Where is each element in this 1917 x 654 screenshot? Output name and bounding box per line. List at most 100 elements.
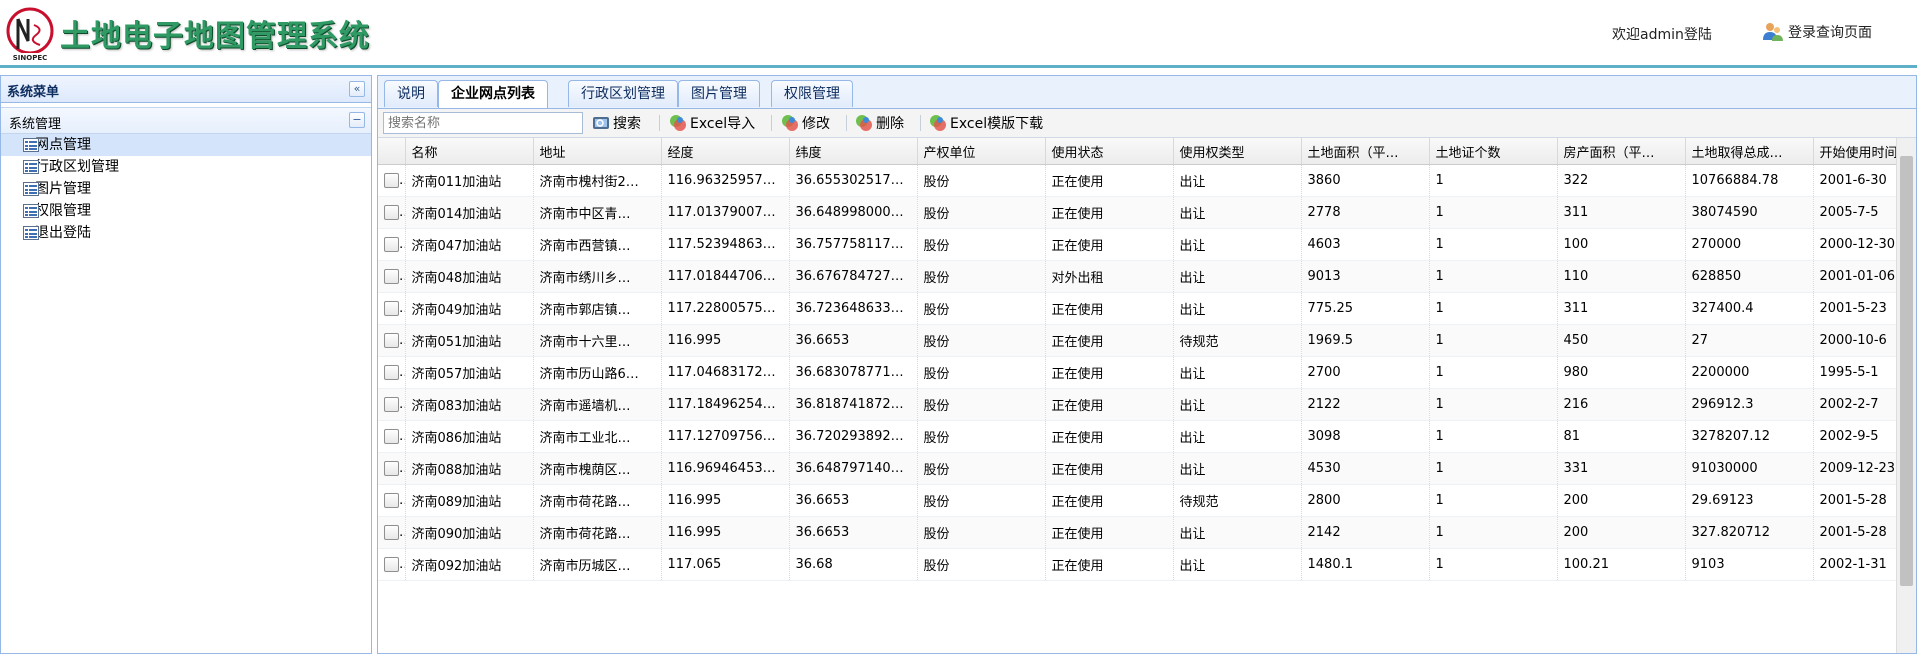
row-checkbox[interactable]: [384, 461, 399, 476]
table-cell: 济南047加油站: [405, 228, 534, 261]
sidebar-item[interactable]: 图片管理: [1, 178, 371, 200]
table-row[interactable]: 济南011加油站 济南市槐村街2… 116.96325957… 36.65530251…: [378, 164, 1898, 197]
table-cell: 济南市十六里…: [533, 324, 662, 357]
sidebar-item[interactable]: 权限管理: [1, 200, 371, 222]
row-checkbox-cell[interactable]: [378, 516, 406, 549]
row-checkbox-cell[interactable]: [378, 196, 406, 229]
row-checkbox[interactable]: [384, 237, 399, 252]
table-row[interactable]: 济南088加油站 济南市槐荫区… 116.96946453… 36.648797140…: [378, 452, 1898, 485]
table-cell: 正在使用: [1045, 356, 1174, 389]
table-cell: 1480.1: [1301, 548, 1430, 581]
table-cell: 311: [1557, 292, 1686, 325]
sidebar: 系统菜单 « 系统管理 − 网点管理 行政区划管理 图片管理 权限管理 退出登陆: [0, 75, 372, 654]
sidebar-item[interactable]: 网点管理: [1, 134, 371, 156]
row-checkbox[interactable]: [384, 429, 399, 444]
tab[interactable]: 图片管理: [678, 80, 760, 107]
table-cell: 980: [1557, 356, 1686, 389]
column-header[interactable]: 房产面积（平…: [1557, 138, 1686, 165]
table-cell: 2002-2-7: [1813, 388, 1898, 421]
table-row[interactable]: 济南014加油站 济南市中区青… 117.01379007… 36.648998000…: [378, 196, 1898, 229]
excel-import-button[interactable]: Excel导入: [669, 112, 755, 134]
column-header[interactable]: 使用状态: [1045, 138, 1174, 165]
table-cell: 3278207.12: [1685, 420, 1814, 453]
row-checkbox-cell[interactable]: [378, 548, 406, 581]
row-checkbox-cell[interactable]: [378, 228, 406, 261]
table-cell: 450: [1557, 324, 1686, 357]
collapse-sidebar-button[interactable]: «: [349, 81, 365, 97]
row-checkbox-cell[interactable]: [378, 260, 406, 293]
group-collapse-button[interactable]: −: [349, 112, 365, 128]
column-header[interactable]: 土地面积（平…: [1301, 138, 1430, 165]
row-checkbox[interactable]: [384, 365, 399, 380]
table-cell: 正在使用: [1045, 292, 1174, 325]
colorful-circle-icon: [782, 115, 798, 131]
edit-button[interactable]: 修改: [781, 112, 830, 134]
row-checkbox-cell[interactable]: [378, 292, 406, 325]
table-row[interactable]: 济南083加油站 济南市遥墙机… 117.18496254… 36.818741872…: [378, 388, 1898, 421]
delete-button[interactable]: 删除: [855, 112, 904, 134]
table-cell: 270000: [1685, 228, 1814, 261]
table-cell: 济南市西营镇…: [533, 228, 662, 261]
column-header[interactable]: 土地证个数: [1429, 138, 1558, 165]
menu-group-header[interactable]: 系统管理 −: [1, 107, 371, 134]
row-checkbox-cell[interactable]: [378, 356, 406, 389]
tab[interactable]: 说明: [384, 80, 438, 107]
login-query-label: 登录查询页面: [1788, 25, 1872, 41]
row-checkbox-cell[interactable]: [378, 452, 406, 485]
sidebar-item[interactable]: 行政区划管理: [1, 156, 371, 178]
column-header[interactable]: 地址: [533, 138, 662, 165]
excel-template-download-button[interactable]: Excel模版下载: [929, 112, 1043, 134]
table-cell: 36.68: [789, 548, 918, 581]
column-header[interactable]: 纬度: [789, 138, 918, 165]
list-icon: [23, 204, 39, 218]
table-cell: 股份: [917, 260, 1046, 293]
row-checkbox-cell[interactable]: [378, 324, 406, 357]
row-checkbox-cell[interactable]: [378, 388, 406, 421]
row-checkbox-cell[interactable]: [378, 164, 406, 197]
table-cell: 116.995: [661, 516, 790, 549]
grid-body: 济南011加油站 济南市槐村街2… 116.96325957… 36.65530251…: [378, 164, 1898, 581]
table-row[interactable]: 济南049加油站 济南市郭店镇… 117.22800575… 36.723648633…: [378, 292, 1898, 325]
column-header[interactable]: 土地取得总成…: [1685, 138, 1814, 165]
row-checkbox[interactable]: [384, 557, 399, 572]
table-cell: 36.648998000…: [789, 196, 918, 229]
row-checkbox[interactable]: [384, 301, 399, 316]
tab[interactable]: 行政区划管理: [568, 80, 678, 107]
row-checkbox[interactable]: [384, 525, 399, 540]
row-checkbox[interactable]: [384, 493, 399, 508]
tab[interactable]: 企业网点列表: [438, 80, 548, 108]
sidebar-item[interactable]: 退出登陆: [1, 222, 371, 244]
row-checkbox[interactable]: [384, 205, 399, 220]
table-row[interactable]: 济南051加油站 济南市十六里… 116.995 36.6653 股份 正在使用 待规范 19…: [378, 324, 1898, 357]
row-checkbox[interactable]: [384, 333, 399, 348]
search-input[interactable]: [383, 112, 583, 134]
table-row[interactable]: 济南047加油站 济南市西营镇… 117.52394863… 36.757758117…: [378, 228, 1898, 261]
table-row[interactable]: 济南048加油站 济南市绣川乡… 117.01844706… 36.676784727…: [378, 260, 1898, 293]
app-title: 土地电子地图管理系统: [60, 19, 370, 54]
row-checkbox-cell[interactable]: [378, 420, 406, 453]
column-header[interactable]: 开始使用时间: [1813, 138, 1898, 165]
column-header[interactable]: 经度: [661, 138, 790, 165]
column-header[interactable]: 名称: [405, 138, 534, 165]
table-row[interactable]: 济南090加油站 济南市荷花路… 116.995 36.6653 股份 正在使用 出让 214…: [378, 516, 1898, 549]
table-row[interactable]: 济南086加油站 济南市工业北… 117.12709756… 36.720293892…: [378, 420, 1898, 453]
scrollbar-thumb[interactable]: [1900, 156, 1913, 586]
toolbar-separator: [771, 115, 772, 131]
table-cell: 36.6653: [789, 324, 918, 357]
table-row[interactable]: 济南089加油站 济南市荷花路… 116.995 36.6653 股份 正在使用 待规范 28…: [378, 484, 1898, 517]
login-query-link[interactable]: 登录查询页面: [1762, 20, 1872, 44]
row-checkbox[interactable]: [384, 173, 399, 188]
column-header[interactable]: 产权单位: [917, 138, 1046, 165]
search-button[interactable]: 搜索: [592, 112, 641, 134]
column-header[interactable]: 使用权类型: [1173, 138, 1302, 165]
table-cell: 2002-9-5: [1813, 420, 1898, 453]
table-cell: 1: [1429, 388, 1558, 421]
row-checkbox[interactable]: [384, 397, 399, 412]
table-cell: 36.683078771…: [789, 356, 918, 389]
row-checkbox-cell[interactable]: [378, 484, 406, 517]
table-row[interactable]: 济南092加油站 济南市历城区… 117.065 36.68 股份 正在使用 出让 1480.…: [378, 548, 1898, 581]
row-checkbox[interactable]: [384, 269, 399, 284]
tab[interactable]: 权限管理: [771, 80, 853, 107]
vertical-scrollbar[interactable]: [1896, 138, 1916, 653]
table-row[interactable]: 济南057加油站 济南市历山路6… 117.04683172… 36.68307877…: [378, 356, 1898, 389]
